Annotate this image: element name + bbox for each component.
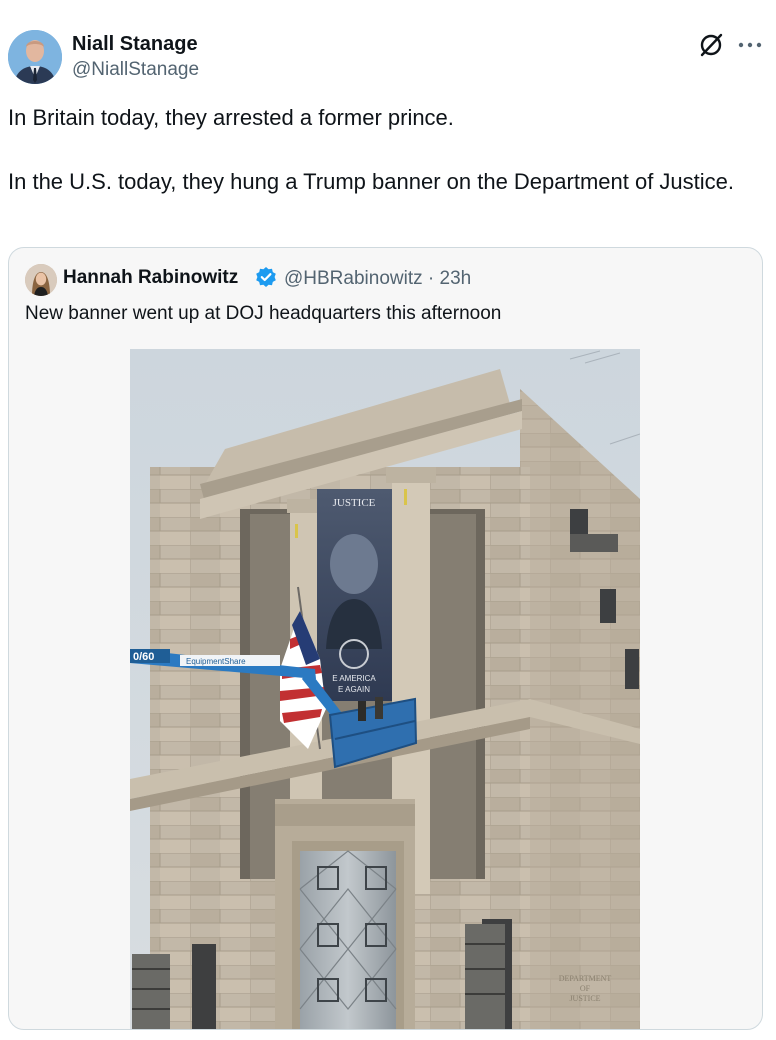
banner-slogan-line2: E AGAIN: [338, 685, 370, 694]
verified-badge-icon: [255, 266, 277, 288]
lift-brand: EquipmentShare: [186, 657, 246, 666]
tweet-paragraph: In the U.S. today, they hung a Trump ban…: [8, 169, 735, 194]
building-plaque-line1: DEPARTMENT: [559, 974, 612, 983]
quoted-author-handle[interactable]: @HBRabinowitz: [284, 268, 423, 289]
building-plaque-line3: JUSTICE: [569, 994, 600, 1003]
banner-title: JUSTICE: [333, 497, 376, 509]
quoted-author-avatar[interactable]: [25, 264, 57, 296]
tweet-header: Niall Stanage @NiallStanage: [8, 30, 764, 86]
quoted-author-meta[interactable]: @HBRabinowitz · 23h: [284, 268, 471, 290]
banner-slogan-line1: E AMERICA: [332, 674, 376, 683]
quoted-tweet-text: New banner went up at DOJ headquarters t…: [25, 303, 502, 324]
grok-icon[interactable]: [698, 32, 724, 58]
author-avatar[interactable]: [8, 30, 62, 84]
author-handle[interactable]: @NiallStanage: [72, 59, 199, 81]
tweet-text: In Britain today, they arrested a former…: [8, 102, 748, 198]
lift-number: 0/60: [133, 651, 154, 663]
quoted-tweet[interactable]: Hannah Rabinowitz @HBRabinowitz · 23h Ne…: [8, 247, 763, 1030]
building-plaque-line2: OF: [580, 984, 591, 993]
quoted-photo[interactable]: JUSTICE E AMERICA E AGAIN 0/60 Equipment…: [130, 349, 640, 1029]
more-options-icon[interactable]: [736, 32, 764, 58]
tweet-paragraph: In Britain today, they arrested a former…: [8, 105, 454, 130]
meta-separator: ·: [427, 268, 435, 289]
author-name[interactable]: Niall Stanage: [72, 33, 198, 56]
quoted-author-name[interactable]: Hannah Rabinowitz: [63, 267, 238, 289]
quoted-timestamp[interactable]: 23h: [440, 268, 472, 289]
